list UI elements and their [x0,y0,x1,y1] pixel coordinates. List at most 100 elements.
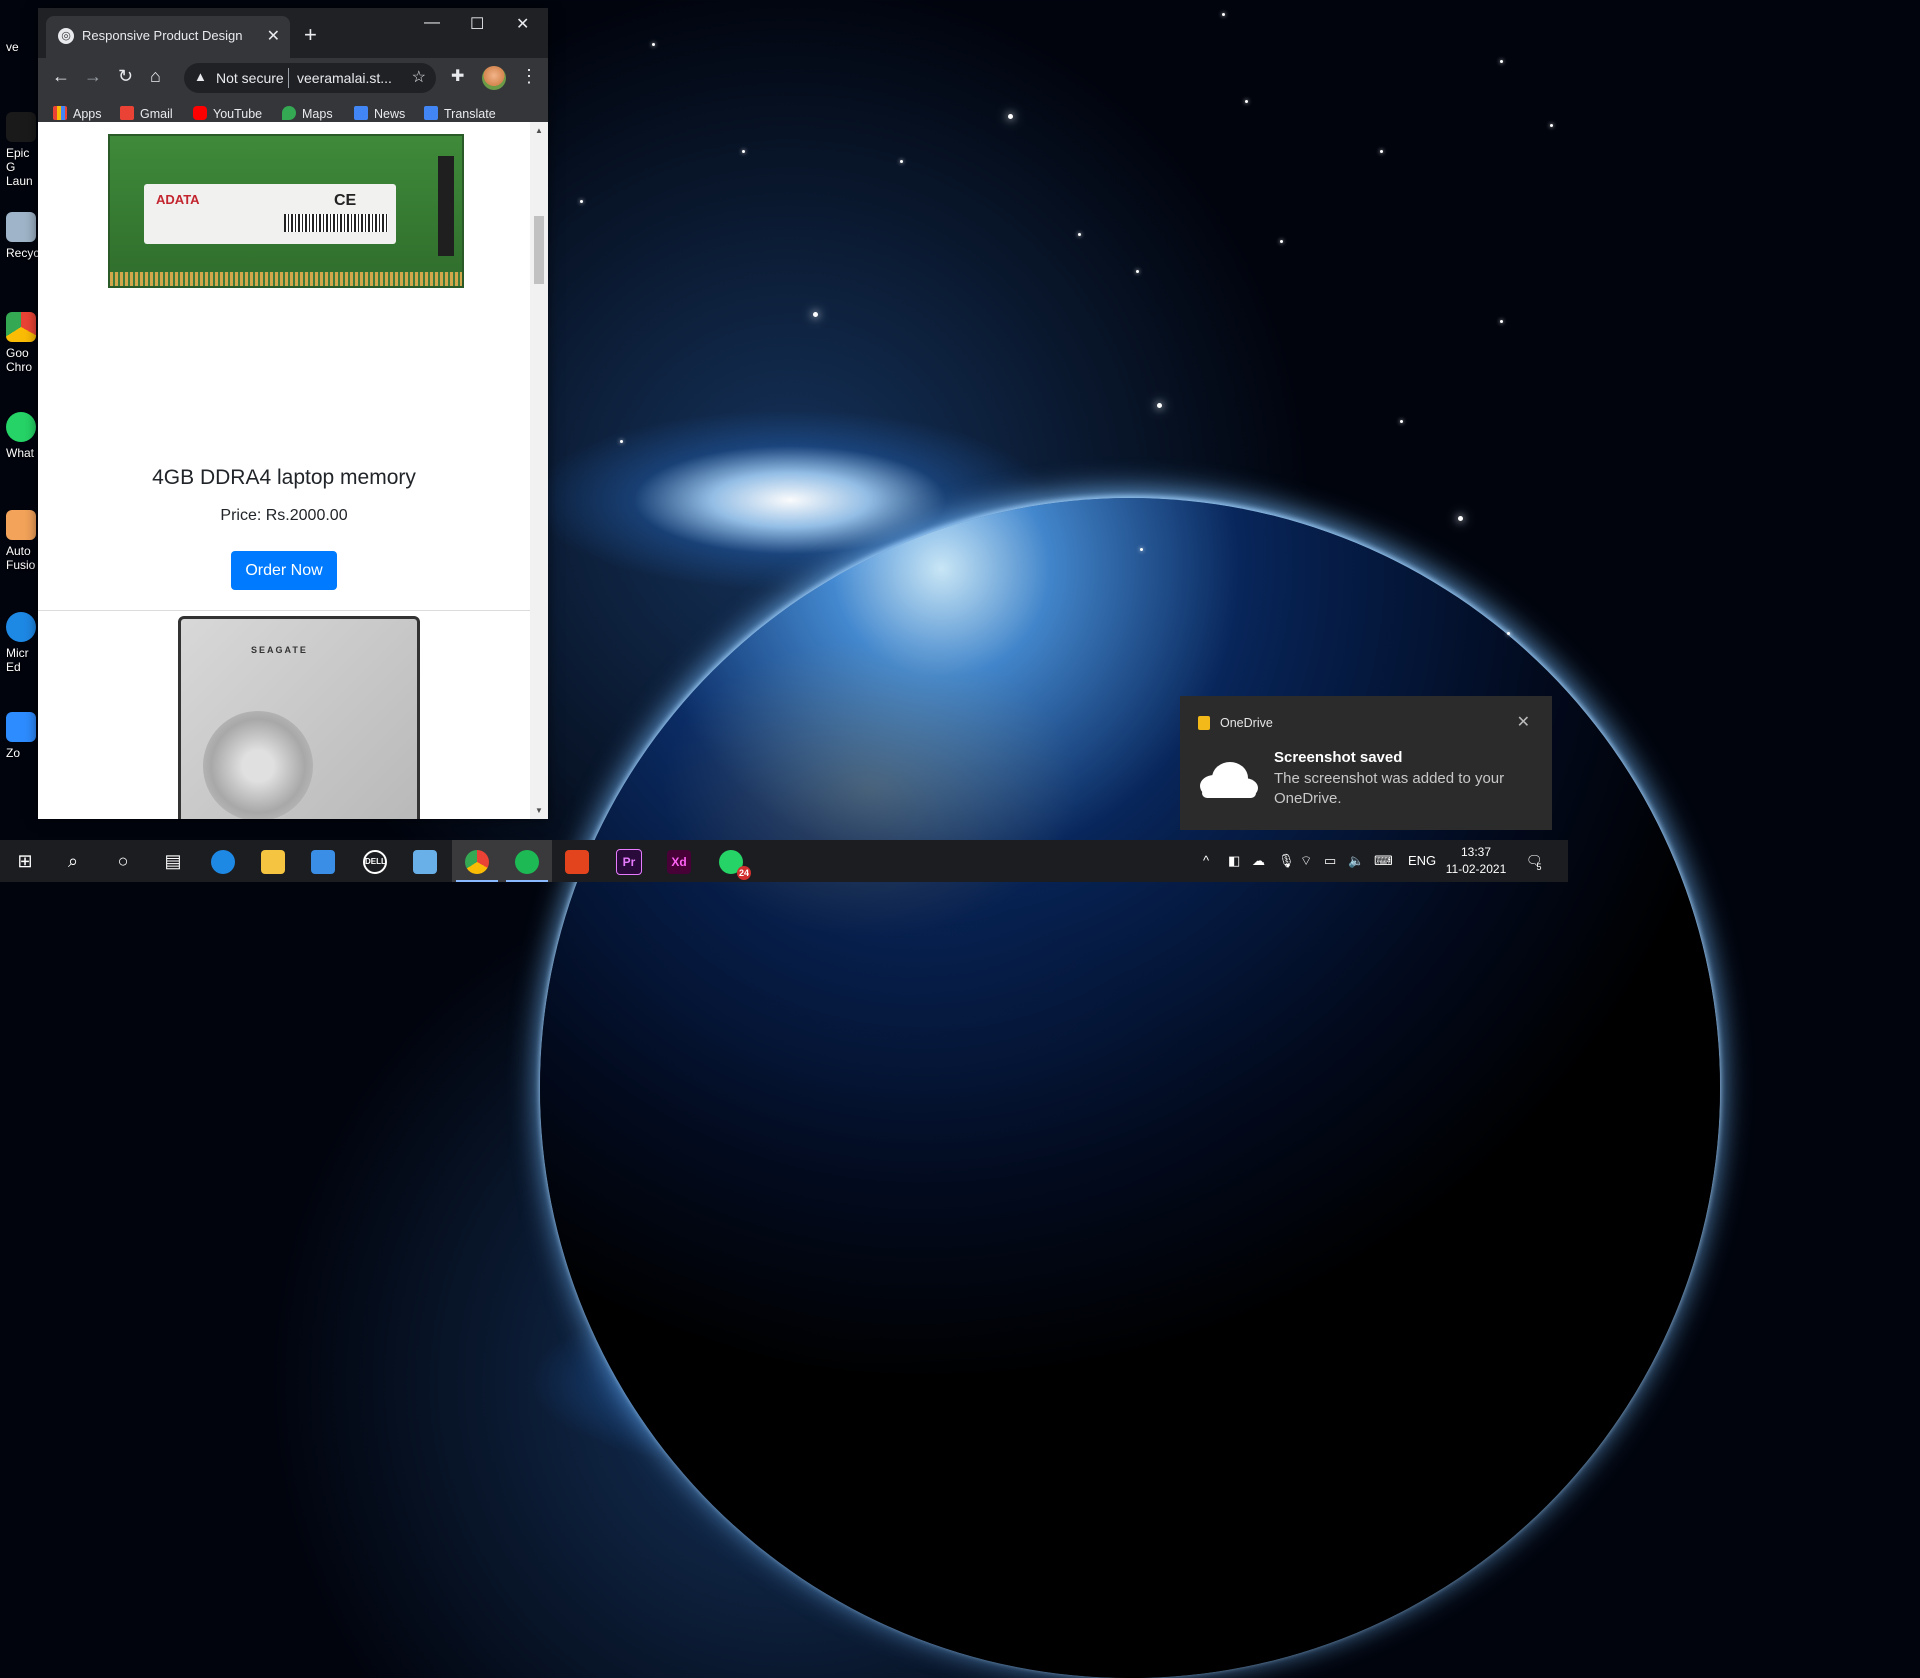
cortana-icon[interactable]: ○ [98,840,148,882]
desktop-icon[interactable]: Micr Ed [6,612,40,674]
taskbar-mail[interactable] [298,840,348,882]
desktop-icon[interactable]: Goo Chro [6,312,40,374]
barcode [284,214,388,232]
hdd-product-image: SEAGATE [178,616,420,819]
taskbar-chrome[interactable] [452,840,502,882]
task-view-icon[interactable]: ▤ [148,840,198,882]
taskbar-file-explorer[interactable] [248,840,298,882]
minimize-button[interactable]: — [424,14,440,32]
new-tab-button[interactable]: + [304,22,317,48]
desktop-icon[interactable]: ve [6,40,40,54]
chevron-up-icon[interactable]: ^ [1203,853,1209,868]
address-bar[interactable]: ▲ Not secure veeramalai.st... ☆ [184,63,436,93]
warning-icon: ▲ [194,69,207,84]
taskbar-office[interactable] [552,840,602,882]
clock-time: 13:37 [1460,845,1492,859]
scrollbar-thumb[interactable] [534,216,544,284]
maps-pin-icon [282,106,296,120]
whatsapp-icon [6,412,36,442]
toast-body: The screenshot was added to your OneDriv… [1274,770,1505,807]
desktop-icon[interactable]: Auto Fusio [6,510,40,572]
onedrive-app-icon [1198,716,1210,730]
edge-icon [6,612,36,642]
onedrive-tray-icon[interactable]: ☁ [1252,853,1265,869]
taskbar-adobe-xd[interactable]: Xd [654,840,704,882]
notification-center-icon[interactable]: 🗨5 [1526,853,1548,872]
security-indicator[interactable]: Not secure [216,70,284,86]
bookmark-news[interactable]: News [354,106,405,121]
keyboard-icon[interactable]: ⌨ [1374,853,1393,869]
apps-grid-icon [53,106,67,120]
autodesk-fusion-icon [6,510,36,540]
recycle-bin-icon [6,212,36,242]
search-icon[interactable]: ⌕ [48,840,98,882]
scroll-up-arrow-icon[interactable]: ▲ [535,126,543,135]
bookmark-translate[interactable]: Translate [424,106,496,121]
taskbar-dell[interactable]: DELL [350,840,400,882]
desktop-icon[interactable]: Recyc [6,212,40,260]
bookmark-youtube[interactable]: YouTube [193,106,262,121]
ram-product-image: ADATA CE [108,134,464,288]
battery-icon[interactable]: ▭ [1324,853,1336,869]
toast-heading: Screenshot saved [1274,749,1403,766]
ram-sticker: ADATA CE [144,184,396,244]
url-text[interactable]: veeramalai.st... [297,70,392,86]
taskbar-spotify[interactable] [502,840,552,882]
forward-arrow-icon[interactable]: → [84,66,102,87]
maximize-button[interactable]: ☐ [470,14,484,34]
toast-app-name: OneDrive [1220,716,1273,730]
reload-icon[interactable]: ↻ [118,66,133,87]
clock-date: 11-02-2021 [1445,862,1507,876]
scroll-down-arrow-icon[interactable]: ▼ [535,806,543,815]
hdd-platter-cover [203,711,313,819]
title-bar: ◎ Responsive Product Design ✕ + — ☐ ✕ [38,8,548,58]
chrome-icon [6,312,36,342]
epic-games-icon [6,112,36,142]
tab-title: Responsive Product Design [82,28,243,43]
meet-now-icon[interactable]: ◧ [1228,853,1240,869]
close-window-button[interactable]: ✕ [516,14,529,34]
bookmark-star-icon[interactable]: ☆ [412,67,426,87]
taskbar-edge[interactable] [198,840,248,882]
taskbar-laptop[interactable] [400,840,450,882]
volume-icon[interactable]: 🔈 [1348,853,1364,869]
onedrive-notification[interactable]: OneDrive ✕ Screenshot saved The screensh… [1180,696,1552,830]
extensions-puzzle-icon[interactable]: ✚ [451,66,464,86]
wifi-icon[interactable]: ⌔ [1300,853,1312,869]
tab-responsive-product-design[interactable]: ◎ Responsive Product Design ✕ [46,16,290,58]
back-arrow-icon[interactable]: ← [52,66,70,87]
youtube-icon [193,106,207,120]
news-icon [354,106,368,120]
gold-pins [110,272,462,286]
taskbar-whatsapp[interactable]: 24 [706,840,756,882]
gmail-icon [120,106,134,120]
whatsapp-badge: 24 [737,866,751,881]
taskbar-premiere[interactable]: Pr [604,840,654,882]
chrome-window: ◎ Responsive Product Design ✕ + — ☐ ✕ ← … [38,8,548,819]
order-now-button[interactable]: Order Now [231,551,337,590]
language-indicator[interactable]: ENG [1408,853,1436,868]
home-icon[interactable]: ⌂ [150,66,161,87]
start-button[interactable]: ⊞ [0,840,50,882]
bookmark-maps[interactable]: Maps [282,106,333,121]
desktop-icon[interactable]: Zo [6,712,40,760]
product-price: Price: Rs.2000.00 [220,507,348,524]
memory-chip [438,156,454,256]
close-tab-icon[interactable]: ✕ [267,26,280,46]
globe-icon: ◎ [58,28,74,44]
desktop-icon[interactable]: Epic G Laun [6,112,40,188]
bookmark-gmail[interactable]: Gmail [120,106,173,121]
page-content: ADATA CE 4GB DDRA4 laptop memory Price: … [38,122,530,819]
wallpaper-earth [540,498,1720,1678]
menu-kebab-icon[interactable]: ⋮ [520,66,538,87]
clock[interactable]: 13:37 11-02-2021 [1440,844,1512,878]
page-scrollbar[interactable]: ▲ ▼ [530,122,548,819]
profile-avatar[interactable] [482,66,506,90]
close-icon[interactable]: ✕ [1517,712,1530,732]
microphone-icon[interactable]: 🎙 [1278,853,1295,869]
product-title: 4GB DDRA4 laptop memory [152,466,416,489]
zoom-icon [6,712,36,742]
bookmark-apps[interactable]: Apps [53,106,102,121]
desktop-icon[interactable]: What [6,412,40,460]
cloud-icon [1200,762,1258,798]
